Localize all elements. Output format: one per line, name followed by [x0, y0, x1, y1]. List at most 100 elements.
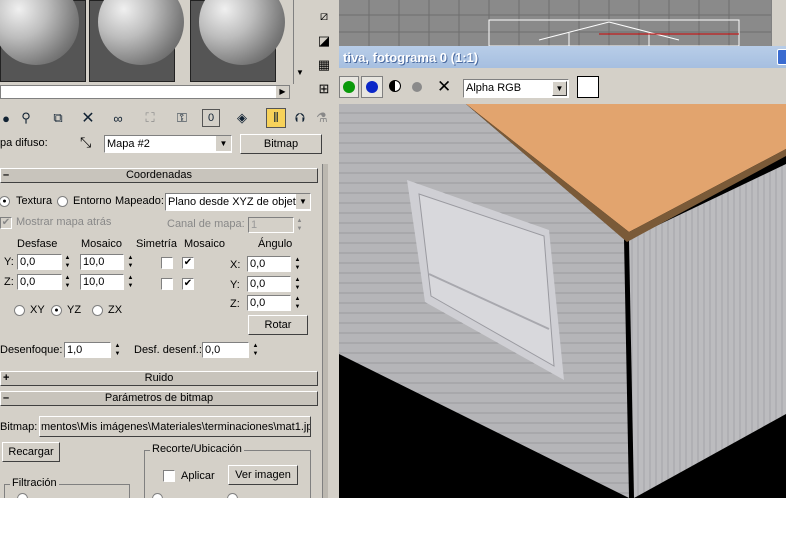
view-image-button[interactable]: Ver imagen — [228, 465, 298, 485]
map-channel-field[interactable]: 1 — [248, 217, 294, 233]
material-sphere-preview — [98, 0, 184, 65]
chevron-down-icon[interactable]: ▼ — [296, 194, 310, 209]
go-forward-sibling-icon[interactable]: ⮉ — [290, 108, 310, 128]
blue-channel-toggle[interactable] — [361, 76, 383, 98]
angle-z-field[interactable]: 0,0 — [247, 295, 291, 311]
u-offset-field[interactable]: 0,0 — [17, 254, 62, 270]
show-map-in-viewport-icon[interactable]: 0 — [202, 109, 220, 127]
plane-zx-label: ZX — [108, 304, 123, 316]
material-effects-channel-icon[interactable]: ⚿ — [172, 108, 192, 128]
v-tiling-spinner[interactable]: ▲ ▼ — [126, 274, 135, 290]
map-channel-spinner[interactable]: ▲ ▼ — [295, 217, 304, 233]
plane-xy-radio[interactable] — [14, 305, 25, 316]
coordinates-rollout-header[interactable]: – Coordenadas — [0, 168, 318, 183]
u-tiling-field[interactable]: 10,0 — [80, 254, 124, 270]
v-tile-checkbox[interactable]: ✔ — [182, 278, 194, 290]
desktop-background — [0, 498, 786, 555]
mapping-label: Mapeado: — [115, 195, 164, 207]
mapping-dropdown[interactable]: Plano desde XYZ de objeto — [165, 193, 311, 211]
bitmap-params-rollout-header[interactable]: – Parámetros de bitmap — [0, 391, 318, 406]
go-to-parent-icon[interactable]: ⫴ — [266, 108, 286, 128]
plane-xy-label: XY — [30, 304, 45, 316]
v-mirror-checkbox[interactable] — [161, 278, 173, 290]
v-tiling-field[interactable]: 10,0 — [80, 274, 124, 290]
reload-button[interactable]: Recargar — [2, 442, 60, 462]
viewport-grid — [339, 0, 786, 47]
material-slot-1[interactable] — [0, 0, 86, 82]
u-tile-checkbox[interactable]: ✔ — [182, 257, 194, 269]
angle-z-spinner[interactable]: ▲ ▼ — [293, 295, 302, 311]
u-label: Y: — [4, 256, 14, 268]
panel-scrollbar[interactable] — [322, 164, 328, 498]
viewport-side-bar[interactable] — [771, 0, 786, 46]
put-to-library-icon[interactable]: ⛶ — [140, 108, 160, 128]
offset-header: Desfase — [17, 238, 58, 250]
reset-map-icon[interactable]: ✕ — [78, 108, 98, 128]
map-name-field[interactable]: Mapa #2 — [104, 135, 232, 153]
v-offset-spinner[interactable]: ▲ ▼ — [63, 274, 72, 290]
apply-crop-label: Aplicar — [181, 470, 215, 482]
rollout-title: Ruido — [144, 372, 174, 384]
angle-y-spinner[interactable]: ▲ ▼ — [293, 276, 302, 292]
clear-icon[interactable]: ✕ — [437, 77, 451, 97]
pick-material-icon[interactable]: ⚗ — [312, 108, 332, 128]
angle-y-field[interactable]: 0,0 — [247, 276, 291, 292]
show-map-back-checkbox[interactable]: ✔ — [0, 217, 12, 229]
alpha-channel-icon[interactable] — [389, 80, 401, 92]
environ-radio[interactable] — [57, 196, 68, 207]
get-material-icon[interactable]: ● — [0, 108, 16, 128]
sample-uv-tiling-icon[interactable]: ⊞ — [314, 79, 334, 99]
window-close-icon[interactable] — [777, 49, 786, 65]
blur-field[interactable]: 1,0 — [64, 342, 111, 358]
put-to-scene-icon[interactable]: ⚲ — [16, 108, 36, 128]
tile-header: Mosaico — [184, 238, 225, 250]
v-offset-field[interactable]: 0,0 — [17, 274, 62, 290]
backlight-icon[interactable]: ◪ — [314, 31, 334, 51]
u-mirror-checkbox[interactable] — [161, 257, 173, 269]
eyedropper-icon[interactable]: ⤡ — [80, 134, 91, 151]
u-offset-spinner[interactable]: ▲ ▼ — [63, 254, 72, 270]
blur-offset-field[interactable]: 0,0 — [202, 342, 249, 358]
angle-x-field[interactable]: 0,0 — [247, 256, 291, 272]
assign-to-selection-icon[interactable]: ⧉ — [48, 108, 68, 128]
texture-label: Textura — [16, 195, 53, 207]
angle-header: Ángulo — [258, 238, 293, 250]
rollout-title: Parámetros de bitmap — [104, 392, 214, 404]
slots-vertical-scrollbar[interactable]: ▼ — [293, 0, 307, 84]
rotate-button[interactable]: Rotar — [248, 315, 308, 335]
plane-zx-radio[interactable] — [92, 305, 103, 316]
scroll-right-icon[interactable]: ▶ — [276, 86, 289, 98]
chevron-down-icon[interactable]: ▼ — [216, 136, 231, 151]
diffuse-map-label: pa difuso: — [0, 137, 48, 149]
noise-rollout-header[interactable]: + Ruido — [0, 371, 318, 386]
map-channel-label: Canal de mapa: — [167, 218, 245, 230]
background-icon[interactable]: ▦ — [314, 55, 334, 75]
map-type-button[interactable]: Bitmap — [240, 134, 322, 154]
chevron-down-icon[interactable]: ▼ — [552, 81, 567, 96]
scroll-down-icon[interactable]: ▼ — [296, 68, 304, 77]
slots-horizontal-scrollbar[interactable]: ▶ — [0, 85, 290, 99]
blur-spinner[interactable]: ▲ ▼ — [113, 342, 122, 358]
green-channel-toggle[interactable] — [339, 76, 359, 98]
material-slot-2[interactable] — [89, 0, 184, 82]
texture-radio[interactable]: ● — [0, 196, 10, 207]
blue-channel-icon — [366, 81, 378, 93]
color-swatch[interactable] — [577, 76, 599, 98]
plane-yz-radio[interactable]: ● — [51, 305, 62, 316]
bitmap-path-button[interactable]: mentos\Mis imágenes\Materiales\terminaci… — [39, 416, 311, 437]
sample-type-icon[interactable]: ⧄ — [314, 6, 334, 26]
angle-x-spinner[interactable]: ▲ ▼ — [293, 256, 302, 272]
apply-crop-checkbox[interactable] — [163, 470, 175, 482]
show-map-back-label: Mostrar mapa atrás — [16, 216, 112, 228]
v-label: Z: — [4, 276, 14, 288]
monochrome-icon[interactable] — [412, 82, 422, 92]
window-title-bar[interactable]: tiva, fotograma 0 (1:1) — [339, 46, 786, 68]
blur-offset-spinner[interactable]: ▲ ▼ — [251, 342, 260, 358]
show-end-result-icon[interactable]: ◈ — [232, 108, 252, 128]
blur-offset-label: Desf. desenf.: — [134, 344, 202, 356]
material-sphere-preview — [199, 0, 285, 65]
make-unique-icon[interactable]: ∞ — [108, 108, 128, 128]
material-slot-3[interactable] — [190, 0, 285, 82]
render-frame-window: tiva, fotograma 0 (1:1) ✕ Alpha RGB ▼ — [339, 0, 786, 498]
u-tiling-spinner[interactable]: ▲ ▼ — [126, 254, 135, 270]
